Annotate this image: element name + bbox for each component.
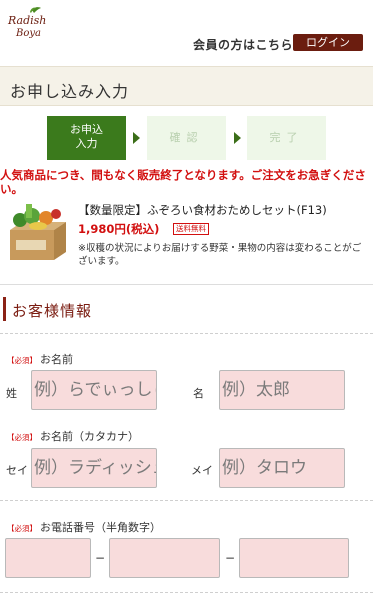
last-name-kana-input[interactable]: 例）ラディッシュ — [31, 448, 157, 488]
required-badge: 【必須】 — [7, 524, 37, 533]
phone-label-text: お電話番号（半角数字） — [40, 521, 161, 534]
first-name-input[interactable]: 例）太郎 — [219, 370, 345, 410]
last-name-prefix: 姓 — [6, 387, 17, 400]
sellout-alert-line1: 人気商品につき、間もなく販売終了となります。ご注文をお急ぎくださ — [0, 168, 366, 182]
required-badge: 【必須】 — [7, 433, 37, 442]
step-input-label-line1: お申込 — [70, 123, 103, 136]
first-name-kana-input[interactable]: 例）タロウ — [219, 448, 345, 488]
product-note: ※収穫の状況によりお届けする野菜・果物の内容は変わることがございます。 — [78, 243, 362, 267]
phone-separator: − — [95, 551, 106, 565]
section-accent-bar — [3, 297, 6, 321]
product-name: 【数量限定】ふぞろい食材おためしセット(F13) — [78, 203, 327, 217]
section-title: お客様情報 — [12, 302, 93, 320]
dotted-divider — [0, 500, 373, 501]
page-title: お申し込み入力 — [10, 82, 130, 101]
product-image — [6, 200, 70, 264]
step-confirm: 確認 — [147, 116, 226, 160]
first-name-kana-prefix: メイ — [191, 464, 213, 477]
last-name-kana-prefix: セイ — [6, 464, 28, 477]
product-price: 1,980円(税込) — [78, 222, 160, 236]
logo-text-line1: Radish — [7, 14, 46, 27]
kana-label-text: お名前（カタカナ） — [40, 430, 139, 443]
page-title-bar: お申し込み入力 — [0, 66, 373, 106]
login-button[interactable]: ログイン — [293, 34, 363, 51]
phone-separator: − — [225, 551, 236, 565]
dotted-divider — [0, 333, 373, 334]
step-input: お申込 入力 — [47, 116, 126, 160]
name-label-text: お名前 — [40, 353, 73, 366]
phone-input-number[interactable] — [239, 538, 349, 578]
kana-field-label: 【必須】 お名前（カタカナ） — [7, 428, 139, 444]
last-name-input[interactable]: 例）らでぃっしゅ — [31, 370, 157, 410]
product-summary: 【数量限定】ふぞろい食材おためしセット(F13) 1,980円(税込) 送料無料… — [6, 198, 366, 278]
radish-boya-logo[interactable]: Radish Boya — [6, 6, 46, 40]
phone-field-label: 【必須】 お電話番号（半角数字） — [7, 519, 161, 535]
step-arrow-icon — [133, 132, 140, 144]
progress-steps: お申込 入力 確認 完了 — [0, 116, 373, 160]
divider — [0, 284, 373, 285]
step-arrow-icon — [234, 132, 241, 144]
free-shipping-badge: 送料無料 — [173, 223, 209, 235]
logo-text-line2: Boya — [15, 28, 41, 39]
required-badge: 【必須】 — [7, 356, 37, 365]
first-name-prefix: 名 — [193, 387, 204, 400]
dotted-divider — [0, 592, 373, 593]
member-link-text[interactable]: 会員の方はこちら — [193, 36, 293, 53]
phone-input-area-code[interactable] — [5, 538, 91, 578]
customer-info-section-header: お客様情報 — [0, 297, 373, 321]
step-complete: 完了 — [247, 116, 326, 160]
step-input-label-line2: 入力 — [75, 137, 98, 150]
site-header: Radish Boya 会員の方はこちら ログイン — [0, 0, 373, 66]
name-field-label: 【必須】 お名前 — [7, 351, 73, 367]
phone-input-exchange[interactable] — [109, 538, 220, 578]
sellout-alert-line2: い。 — [0, 182, 23, 196]
